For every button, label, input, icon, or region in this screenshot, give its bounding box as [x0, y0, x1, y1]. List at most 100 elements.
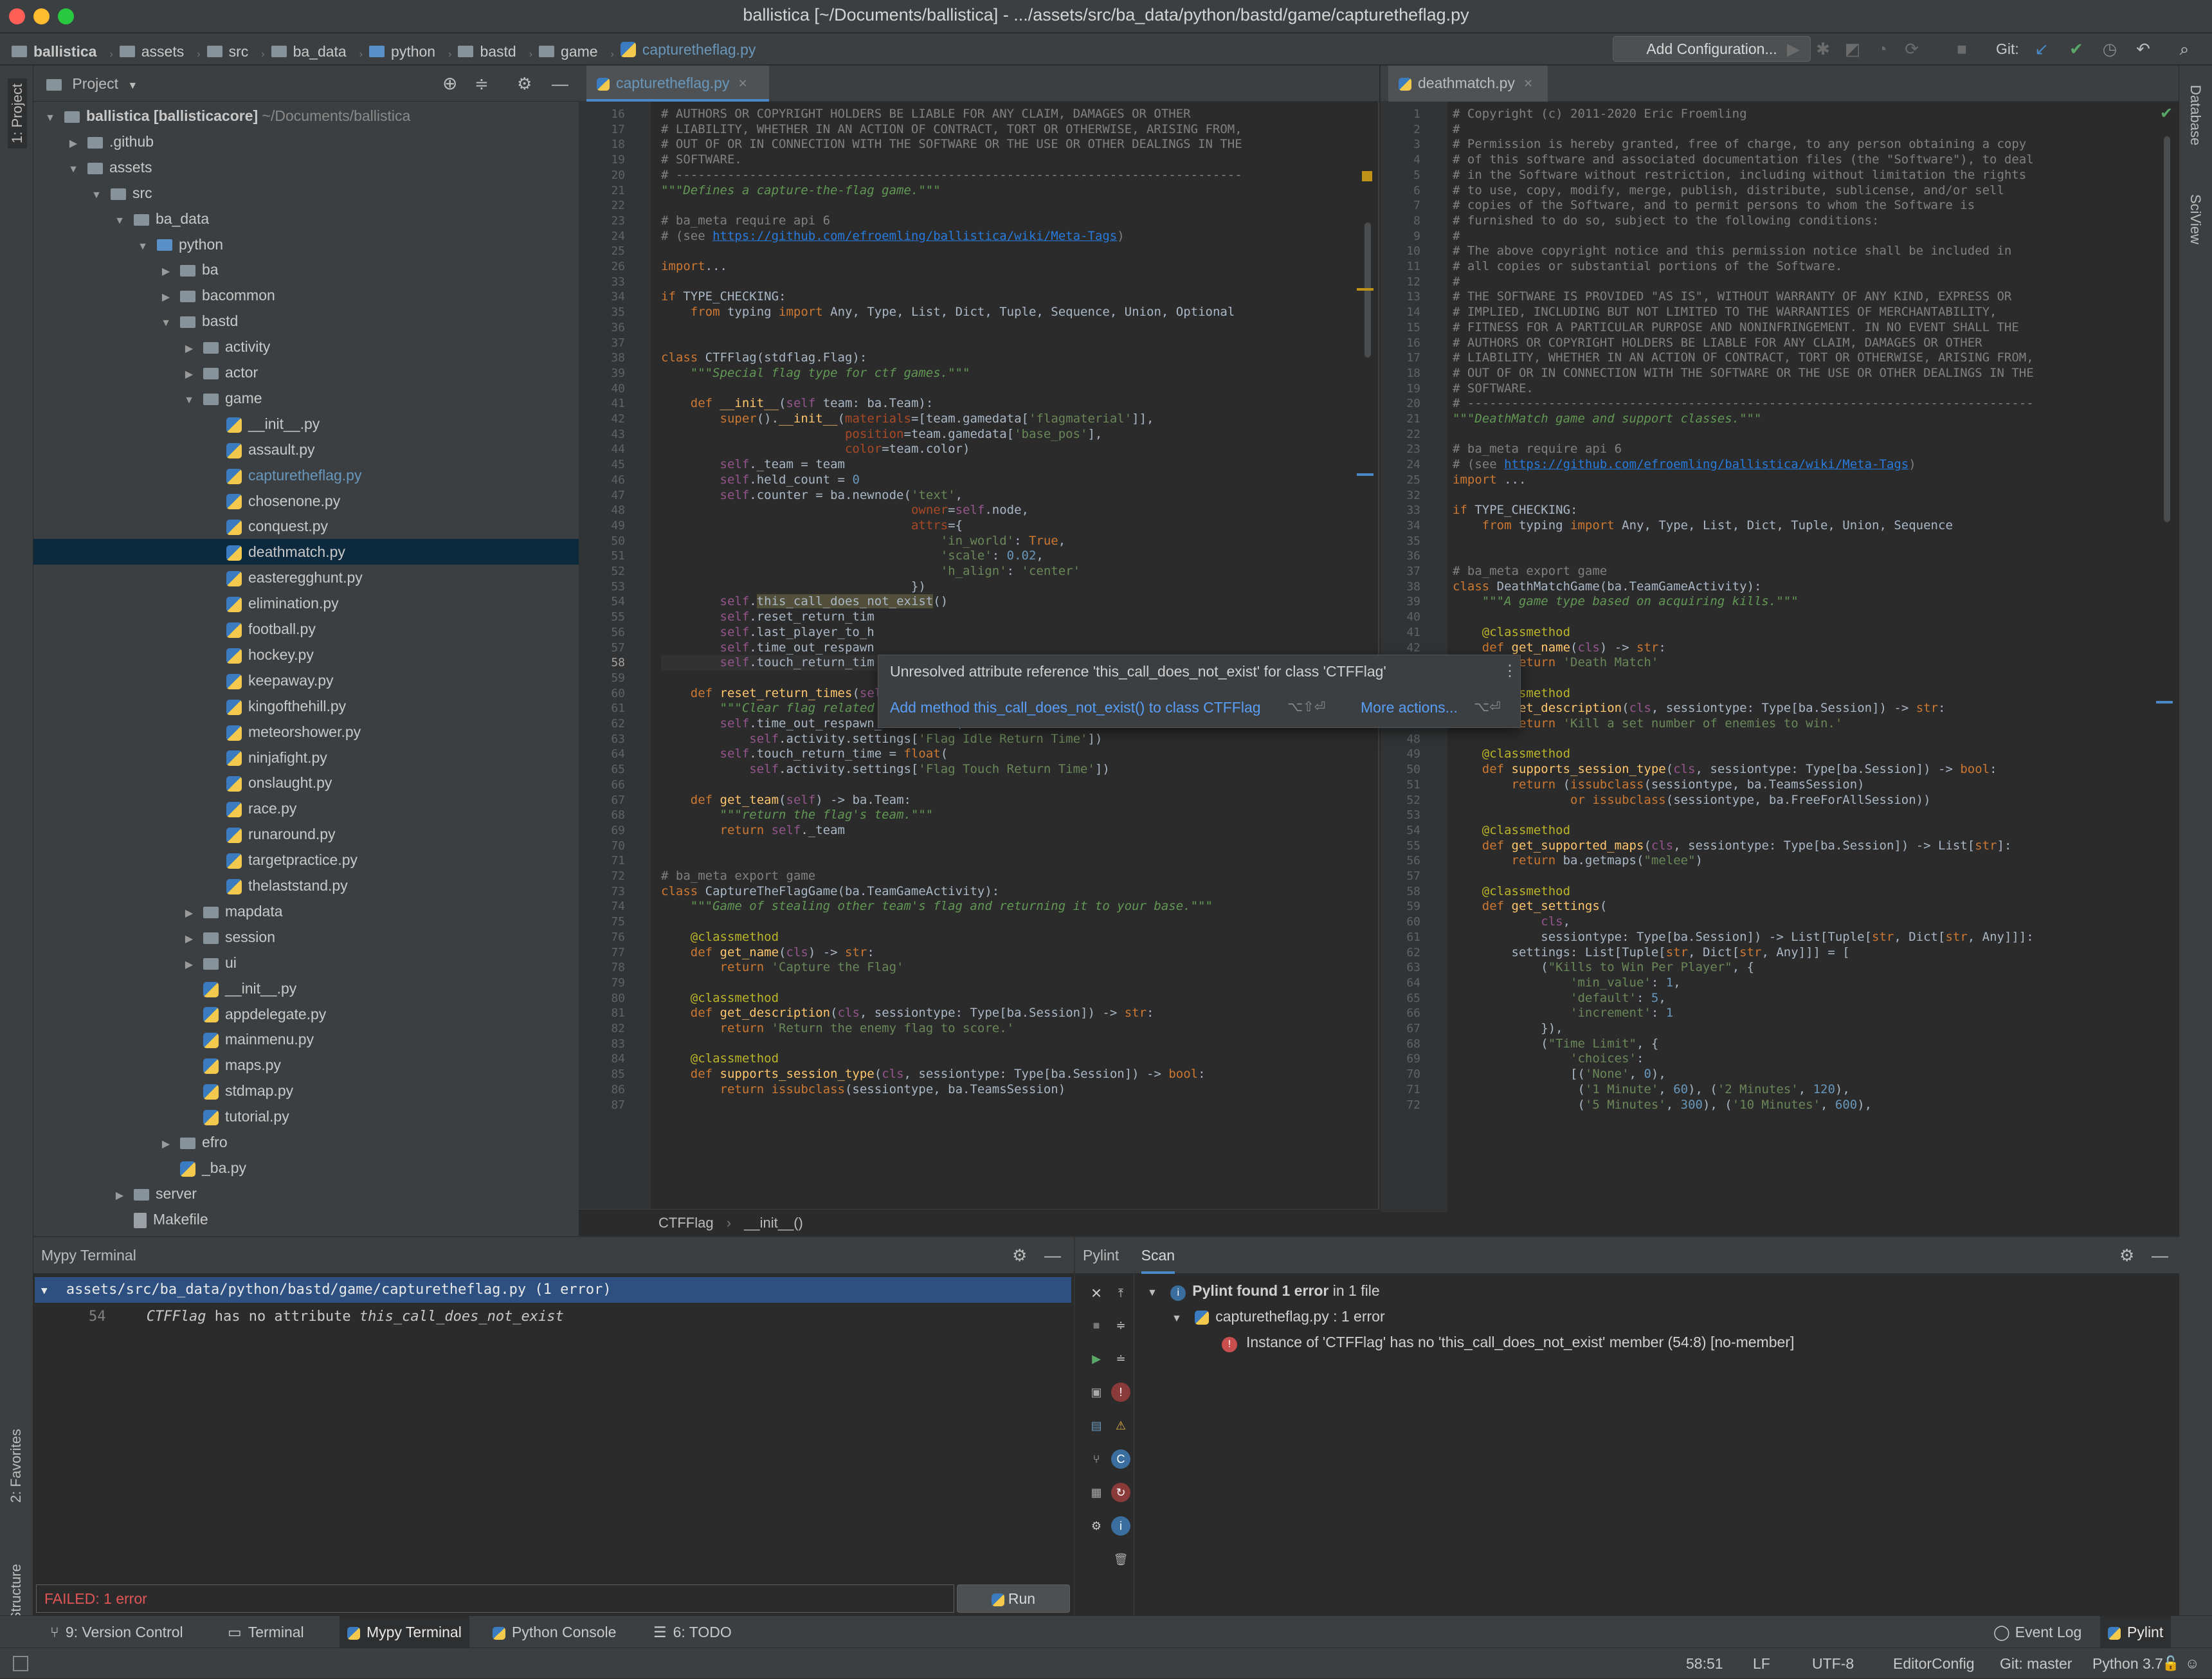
tree-item[interactable]: ▶ mapdata — [33, 898, 579, 924]
breadcrumb-item[interactable]: game — [539, 35, 598, 68]
settings-icon[interactable]: ⚙ — [1087, 1516, 1106, 1536]
code-line[interactable]: if TYPE_CHECKING: — [661, 289, 786, 305]
hide-panel-icon[interactable]: — — [2152, 1237, 2168, 1273]
code-line[interactable]: # ba_meta export game — [1453, 564, 1607, 579]
tree-item[interactable]: hockey.py — [33, 642, 579, 667]
lock-icon[interactable]: 🔓 — [2162, 1648, 2179, 1679]
chevron-right-icon[interactable]: ▶ — [181, 927, 197, 952]
breadcrumb-item[interactable]: bastd — [458, 35, 516, 68]
tree-item[interactable]: _ba.py — [33, 1155, 579, 1181]
code-line[interactable]: position=team.gamedata['base_pos'], — [661, 427, 1102, 442]
tab-deathmatch[interactable]: deathmatch.py × — [1388, 66, 1548, 102]
scan-module-icon[interactable]: ▣ — [1087, 1383, 1106, 1402]
code-line[interactable]: attrs={ — [661, 518, 963, 534]
code-line[interactable]: # Permission is hereby granted, free of … — [1453, 137, 2026, 152]
code-line[interactable]: @classmethod — [1453, 884, 1570, 900]
code-line[interactable]: [('None', 0), — [1453, 1067, 1666, 1082]
close-icon[interactable]: × — [1087, 1284, 1106, 1303]
code-line[interactable]: # --------------------------------------… — [1453, 396, 2034, 412]
caret-position[interactable]: 58:51 — [1686, 1648, 1723, 1679]
code-line[interactable]: # OUT OF OR IN CONNECTION WITH THE SOFTW… — [661, 137, 1242, 152]
tree-item[interactable]: ▼ src — [33, 180, 579, 206]
code-line[interactable]: class CaptureTheFlagGame(ba.TeamGameActi… — [661, 884, 999, 900]
warning-marker[interactable] — [1362, 171, 1372, 181]
run-icon[interactable]: ▶ — [1782, 37, 1804, 60]
mypy-terminal-button[interactable]: Mypy Terminal — [340, 1616, 469, 1648]
code-line[interactable]: # (see https://github.com/efroemling/bal… — [661, 229, 1125, 244]
code-line[interactable]: ("Kills to Win Per Player", { — [1453, 960, 1754, 976]
code-line[interactable]: ('1 Minute', 60), ('2 Minutes', 120), — [1453, 1082, 1849, 1098]
git-commit-icon[interactable]: ✔ — [2065, 37, 2087, 60]
code-line[interactable]: # The above copyright notice and this pe… — [1453, 244, 2011, 259]
mypy-result-file-row[interactable]: ▼ assets/src/ba_data/python/bastd/game/c… — [35, 1277, 1071, 1303]
breadcrumb-item[interactable]: ba_data — [271, 35, 347, 68]
expand-icon[interactable]: ≑ — [1111, 1316, 1130, 1335]
breadcrumb-item[interactable]: assets — [119, 35, 184, 68]
editor-right-scrollbar[interactable] — [2164, 136, 2170, 522]
code-line[interactable]: def get_settings( — [1453, 899, 1608, 914]
chevron-right-icon[interactable]: ▶ — [158, 1132, 174, 1157]
scan-vcs-icon[interactable]: ⑂ — [1087, 1449, 1106, 1469]
chevron-down-icon[interactable]: ▼ — [181, 388, 197, 413]
chevron-right-icon[interactable]: ▶ — [66, 131, 81, 157]
filter-error-icon[interactable]: ! — [1111, 1383, 1130, 1402]
inspector-icon[interactable]: ☺ — [2185, 1648, 2199, 1679]
python-interpreter[interactable]: Python 3.7 — [2092, 1648, 2163, 1679]
crumb-class[interactable]: CTFFlag — [658, 1215, 714, 1231]
tab-scan[interactable]: Scan — [1141, 1247, 1175, 1274]
code-line[interactable]: return ba.getmaps("melee") — [1453, 853, 1703, 869]
git-update-icon[interactable]: ↙ — [2031, 37, 2053, 60]
code-line[interactable]: # in the Software without restriction, i… — [1453, 168, 2026, 183]
code-line[interactable]: 'default': 5, — [1453, 991, 1666, 1006]
chevron-right-icon[interactable]: ▶ — [158, 259, 174, 285]
code-line[interactable]: # Copyright (c) 2011-2020 Eric Froemling — [1453, 107, 1747, 122]
close-tab-icon[interactable]: × — [1524, 75, 1532, 91]
git-rollback-icon[interactable]: ↶ — [2132, 37, 2154, 60]
code-line[interactable]: 'choices': — [1453, 1051, 1644, 1067]
code-line[interactable]: # (see https://github.com/efroemling/bal… — [1453, 457, 1916, 473]
code-line[interactable]: # AUTHORS OR COPYRIGHT HOLDERS BE LIABLE… — [661, 107, 1191, 122]
code-line[interactable]: """Game of stealing other team's flag an… — [661, 899, 1213, 914]
tree-item[interactable]: __init__.py — [33, 411, 579, 437]
code-line[interactable]: """A game type based on acquiring kills.… — [1453, 594, 1799, 610]
code-line[interactable]: import ... — [1453, 473, 1526, 488]
hide-panel-icon[interactable]: — — [552, 66, 568, 102]
code-line[interactable]: # LIABILITY, WHETHER IN AN ACTION OF CON… — [1453, 350, 2034, 366]
more-actions-link[interactable]: More actions... — [1361, 699, 1458, 716]
code-line[interactable]: class DeathMatchGame(ba.TeamGameActivity… — [1453, 579, 1761, 595]
code-line[interactable]: self.activity.settings['Flag Touch Retur… — [661, 762, 1110, 777]
tree-item[interactable]: onslaught.py — [33, 770, 579, 795]
gear-icon[interactable]: ⚙ — [1012, 1237, 1027, 1273]
code-line[interactable]: # to use, copy, modify, merge, publish, … — [1453, 183, 2004, 199]
code-line[interactable]: # OUT OF OR IN CONNECTION WITH THE SOFTW… — [1453, 366, 2034, 381]
tab-pylint[interactable]: Pylint — [1083, 1247, 1119, 1264]
chevron-right-icon[interactable]: ▶ — [181, 336, 197, 362]
tree-item[interactable]: ▶ activity — [33, 334, 579, 359]
code-line[interactable]: def supports_session_type(cls, sessionty… — [661, 1067, 1206, 1082]
breadcrumb-item[interactable]: ballistica — [12, 35, 96, 68]
code-line[interactable]: color=team.color) — [661, 442, 970, 457]
collapse-icon[interactable]: ≐ — [1111, 1349, 1130, 1368]
code-line[interactable]: ("Time Limit", { — [1453, 1037, 1658, 1052]
code-line[interactable]: self.this_call_does_not_exist() — [661, 594, 948, 610]
code-line[interactable]: # --------------------------------------… — [661, 168, 1242, 183]
toggle-tool-windows-icon[interactable] — [13, 1656, 28, 1671]
tree-item[interactable]: meteorshower.py — [33, 719, 579, 745]
filter-convention-icon[interactable]: C — [1111, 1449, 1130, 1469]
code-line[interactable]: 'increment': 1 — [1453, 1006, 1673, 1021]
code-line[interactable]: if TYPE_CHECKING: — [1453, 503, 1577, 518]
code-line[interactable]: self.time_out_respawn — [661, 640, 875, 656]
project-view-selector[interactable]: Project — [72, 75, 118, 92]
tree-item[interactable]: appdelegate.py — [33, 1001, 579, 1027]
tree-item[interactable]: ▼ assets — [33, 154, 579, 180]
chevron-right-icon[interactable]: ▶ — [181, 362, 197, 388]
sciview-tool-button[interactable]: SciView — [2187, 194, 2204, 244]
gear-icon[interactable]: ⚙ — [2119, 1237, 2134, 1273]
python-console-button[interactable]: Python Console — [493, 1616, 616, 1648]
chevron-right-icon[interactable]: ▶ — [181, 952, 197, 978]
tree-item[interactable]: maps.py — [33, 1052, 579, 1078]
mypy-error-row[interactable]: 54 CTFFlag has no attribute this_call_do… — [33, 1304, 1070, 1330]
code-line[interactable]: # SOFTWARE. — [1453, 381, 1534, 397]
tree-item[interactable]: race.py — [33, 795, 579, 821]
code-line[interactable]: return self._team — [661, 823, 845, 839]
